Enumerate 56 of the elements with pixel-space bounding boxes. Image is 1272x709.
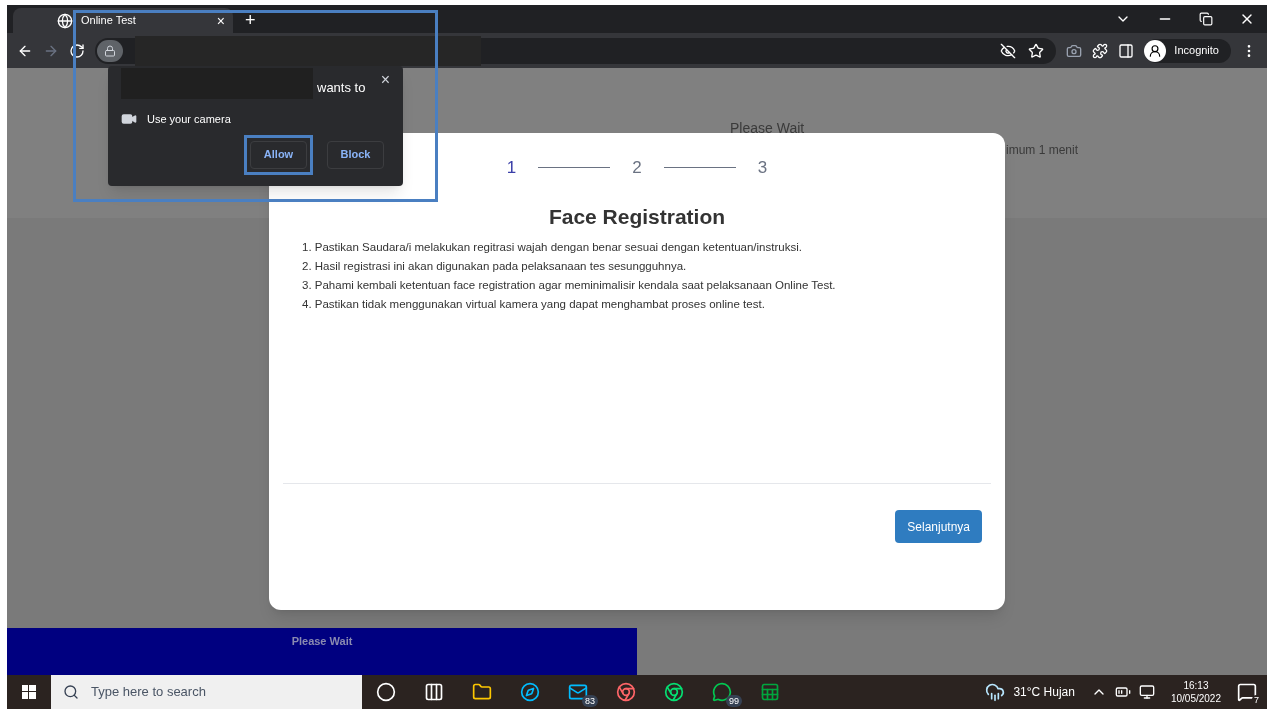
next-button[interactable]: Selanjutnya bbox=[895, 510, 982, 543]
windows-logo-icon bbox=[22, 685, 36, 699]
taskbar-app[interactable]: 99 bbox=[698, 675, 746, 709]
popup-close-button[interactable]: × bbox=[380, 72, 390, 88]
clock-time: 16:13 bbox=[1183, 679, 1209, 692]
notification-center[interactable]: 7 bbox=[1237, 682, 1257, 702]
lock-icon bbox=[104, 44, 116, 57]
chrome-profile-icon bbox=[664, 682, 684, 702]
new-tab-button[interactable]: + bbox=[245, 11, 256, 29]
step-number: 3 bbox=[757, 157, 768, 179]
profile-chip[interactable]: Incognito bbox=[1144, 38, 1231, 63]
clock[interactable]: 16:13 10/05/2022 bbox=[1170, 679, 1221, 705]
status-text: imum 1 menit bbox=[1006, 142, 1079, 159]
instruction-text: 1. Pastikan Saudara/i melakukan regitrasi wajah dengan benar sesuai dengan ketentuan/instruksi. bbox=[302, 240, 803, 255]
taskbar-app[interactable]: 83 bbox=[554, 675, 602, 709]
tab-title: Online Test bbox=[81, 13, 137, 29]
dialog-title: Face Registration bbox=[548, 203, 726, 230]
notification-count: 7 bbox=[1252, 695, 1261, 706]
step-number: 1 bbox=[506, 157, 517, 179]
globe-icon bbox=[57, 12, 73, 29]
eye-off-icon[interactable] bbox=[1000, 42, 1017, 59]
permission-label: Use your camera bbox=[147, 112, 231, 127]
task-view-icon bbox=[424, 682, 444, 702]
instruction-text: 4. Pastikan tidak menggunakan virtual kamera yang dapat menghambat proses online test. bbox=[302, 297, 766, 312]
permission-button[interactable]: Allow bbox=[250, 140, 307, 169]
notification-count: 99 bbox=[726, 695, 742, 707]
please-wait-label: Please Wait bbox=[291, 634, 353, 649]
battery-icon[interactable] bbox=[1114, 684, 1131, 700]
lock-pill[interactable] bbox=[97, 39, 123, 62]
extensions-icon[interactable] bbox=[1092, 42, 1109, 59]
weather-icon[interactable] bbox=[985, 682, 1006, 702]
permission-prompt: wants to bbox=[317, 78, 366, 97]
profile-label: Incognito bbox=[1174, 43, 1219, 59]
notification-count: 83 bbox=[582, 695, 598, 707]
tab-close-button[interactable]: × bbox=[216, 13, 225, 28]
side-panel-icon[interactable] bbox=[1118, 42, 1135, 59]
instruction-text: 2. Hasil registrasi ini akan digunakan pada pelaksanaan tes sesungguhnya. bbox=[302, 259, 688, 274]
weather-text[interactable]: 31°C Hujan bbox=[1013, 683, 1075, 701]
clock-date: 10/05/2022 bbox=[1170, 692, 1221, 705]
reload-icon[interactable] bbox=[69, 42, 85, 59]
search-placeholder: Type here to search bbox=[91, 683, 206, 702]
status-heading: Please Wait bbox=[730, 119, 805, 138]
spreadsheet-icon bbox=[760, 682, 780, 702]
search-icon bbox=[63, 684, 79, 700]
display-icon[interactable] bbox=[1138, 684, 1155, 700]
folder-icon bbox=[472, 682, 492, 702]
instruction-text: 3. Pahami kembali ketentuan face registration agar meminimalisir kendala saat pelaksanaan Online Test. bbox=[302, 278, 836, 293]
permission-button[interactable]: Block bbox=[327, 140, 384, 169]
camera-icon[interactable] bbox=[1066, 42, 1083, 59]
bookmark-star-icon[interactable] bbox=[1028, 42, 1045, 59]
step-number: 2 bbox=[632, 157, 642, 179]
restore-icon[interactable] bbox=[1199, 12, 1213, 26]
notification-icon bbox=[1237, 682, 1257, 702]
taskbar-search-field[interactable]: Type here to search bbox=[51, 675, 362, 709]
circle-icon bbox=[376, 682, 396, 702]
chrome-icon bbox=[616, 682, 636, 702]
